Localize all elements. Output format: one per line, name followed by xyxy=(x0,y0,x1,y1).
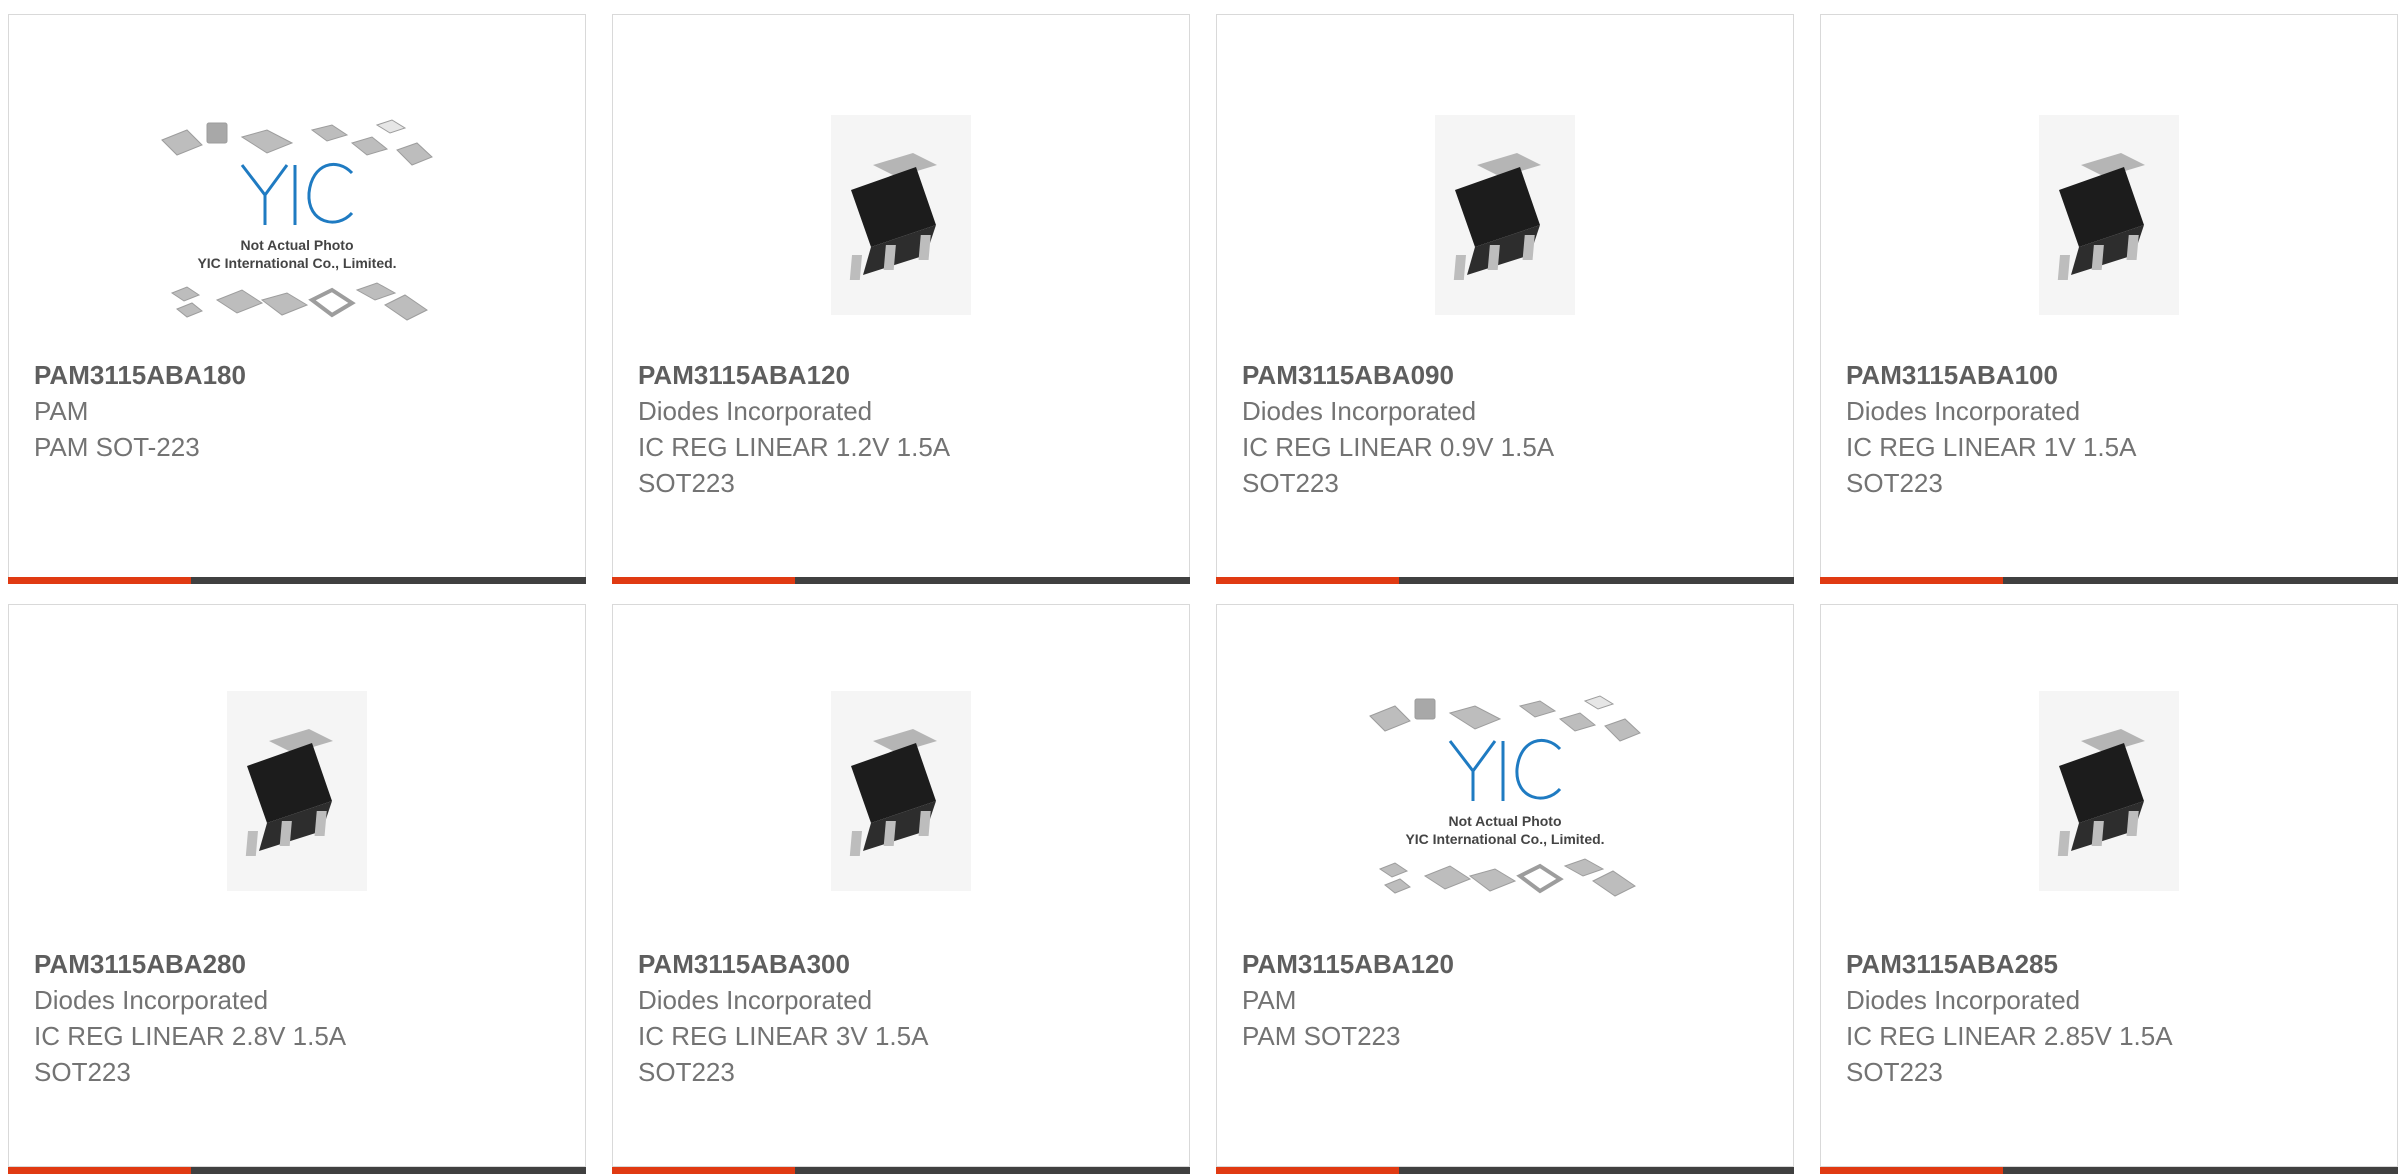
sot223-chip-image[interactable] xyxy=(1355,95,1655,335)
yic-placeholder-image[interactable]: Not Actual Photo YIC International Co., … xyxy=(1355,671,1655,911)
description: IC REG LINEAR 1V 1.5A xyxy=(1846,432,2137,462)
yic-placeholder-image[interactable]: Not Actual Photo YIC International Co., … xyxy=(147,95,447,335)
package: SOT223 xyxy=(1242,468,1339,498)
part-number-link[interactable]: PAM3115ABA100 xyxy=(1846,357,2377,393)
svg-text:YIC International Co., Limited: YIC International Co., Limited. xyxy=(197,255,396,271)
sot223-chip-image[interactable] xyxy=(1959,671,2259,911)
product-card[interactable]: Not Actual Photo YIC International Co., … xyxy=(1216,604,1794,1174)
product-card[interactable]: PAM3115ABA090 Diodes Incorporated IC REG… xyxy=(1216,14,1794,584)
product-card[interactable]: PAM3115ABA300 Diodes Incorporated IC REG… xyxy=(612,604,1190,1174)
manufacturer: Diodes Incorporated xyxy=(1846,985,2081,1015)
part-number-link[interactable]: PAM3115ABA120 xyxy=(638,357,1169,393)
sot223-chip-image[interactable] xyxy=(751,671,1051,911)
card-accent-bar xyxy=(8,577,586,584)
card-accent-bar xyxy=(1820,1167,2398,1174)
svg-text:Not Actual Photo: Not Actual Photo xyxy=(1448,813,1561,829)
part-number-link[interactable]: PAM3115ABA285 xyxy=(1846,946,2377,982)
description: IC REG LINEAR 2.85V 1.5A xyxy=(1846,1021,2173,1051)
part-number-link[interactable]: PAM3115ABA300 xyxy=(638,946,1169,982)
description: PAM SOT223 xyxy=(1242,1021,1401,1051)
manufacturer: Diodes Incorporated xyxy=(638,985,873,1015)
sot223-chip-image[interactable] xyxy=(1959,95,2259,335)
svg-text:YIC International Co., Limited: YIC International Co., Limited. xyxy=(1405,831,1604,847)
yic-placeholder-text: Not Actual Photo YIC International Co., … xyxy=(197,237,396,271)
description: IC REG LINEAR 2.8V 1.5A xyxy=(34,1021,347,1051)
package: SOT223 xyxy=(638,1057,735,1087)
description: IC REG LINEAR 0.9V 1.5A xyxy=(1242,432,1555,462)
part-number-link[interactable]: PAM3115ABA090 xyxy=(1242,357,1773,393)
yic-placeholder-text: Not Actual Photo YIC International Co., … xyxy=(1405,813,1604,847)
manufacturer: Diodes Incorporated xyxy=(638,396,873,426)
description: IC REG LINEAR 1.2V 1.5A xyxy=(638,432,951,462)
svg-text:Not Actual Photo: Not Actual Photo xyxy=(240,237,353,253)
manufacturer: Diodes Incorporated xyxy=(34,985,269,1015)
product-card[interactable]: Not Actual Photo YIC International Co., … xyxy=(8,14,586,584)
package: SOT223 xyxy=(638,468,735,498)
description: IC REG LINEAR 3V 1.5A xyxy=(638,1021,929,1051)
manufacturer: PAM xyxy=(1242,985,1297,1015)
sot223-chip-image[interactable] xyxy=(751,95,1051,335)
manufacturer: Diodes Incorporated xyxy=(1242,396,1477,426)
part-number-link[interactable]: PAM3115ABA280 xyxy=(34,946,565,982)
part-number-link[interactable]: PAM3115ABA180 xyxy=(34,357,565,393)
package: SOT223 xyxy=(1846,1057,1943,1087)
description: PAM SOT-223 xyxy=(34,432,200,462)
card-accent-bar xyxy=(612,577,1190,584)
card-accent-bar xyxy=(612,1167,1190,1174)
sot223-chip-image[interactable] xyxy=(147,671,447,911)
part-number-link[interactable]: PAM3115ABA120 xyxy=(1242,946,1773,982)
product-card[interactable]: PAM3115ABA280 Diodes Incorporated IC REG… xyxy=(8,604,586,1174)
package: SOT223 xyxy=(34,1057,131,1087)
card-accent-bar xyxy=(1820,577,2398,584)
card-accent-bar xyxy=(1216,577,1794,584)
manufacturer: PAM xyxy=(34,396,89,426)
card-accent-bar xyxy=(1216,1167,1794,1174)
manufacturer: Diodes Incorporated xyxy=(1846,396,2081,426)
product-card[interactable]: PAM3115ABA100 Diodes Incorporated IC REG… xyxy=(1820,14,2398,584)
product-card[interactable]: PAM3115ABA120 Diodes Incorporated IC REG… xyxy=(612,14,1190,584)
package: SOT223 xyxy=(1846,468,1943,498)
card-accent-bar xyxy=(8,1167,586,1174)
product-card[interactable]: PAM3115ABA285 Diodes Incorporated IC REG… xyxy=(1820,604,2398,1174)
